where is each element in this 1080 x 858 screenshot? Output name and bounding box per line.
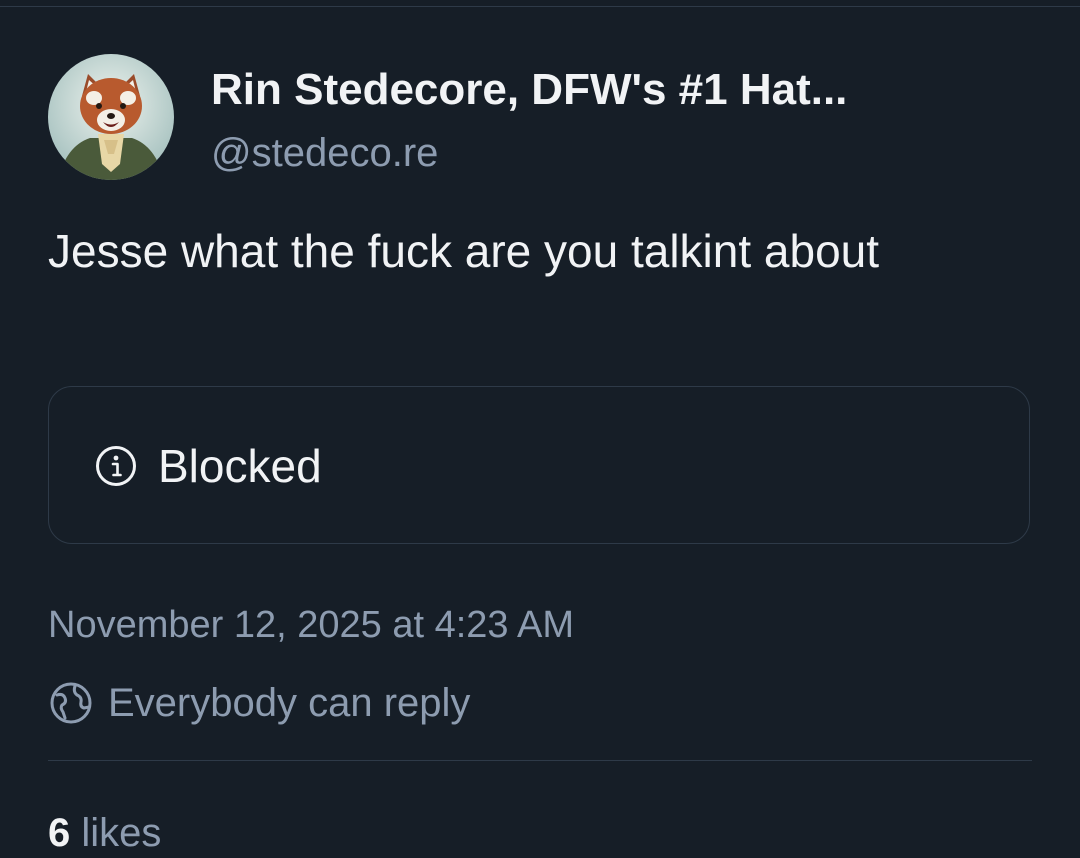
post-thread-item: Rin Stedecore, DFW's #1 Hat... @stedeco.… [0, 0, 1080, 855]
likes-count-link[interactable]: 6 likes [48, 808, 161, 858]
stats-divider [48, 760, 1032, 761]
avatar-image [48, 54, 174, 180]
post-text: Jesse what the fuck are you talkint abou… [48, 225, 880, 277]
reply-settings-label: Everybody can reply [108, 681, 471, 725]
avatar[interactable] [48, 54, 174, 180]
likes-label: likes [81, 811, 162, 855]
likes-count: 6 [48, 811, 71, 855]
author-handle[interactable]: @stedeco.re [211, 128, 438, 178]
blocked-embed-card: Blocked [48, 386, 1030, 544]
info-icon [96, 446, 136, 486]
blocked-label: Blocked [158, 440, 322, 492]
reply-settings[interactable]: Everybody can reply [48, 676, 470, 730]
globe-icon [50, 682, 92, 724]
author-display-name[interactable]: Rin Stedecore, DFW's #1 Hat... [211, 62, 1011, 118]
post-timestamp: November 12, 2025 at 4:23 AM [48, 604, 574, 646]
